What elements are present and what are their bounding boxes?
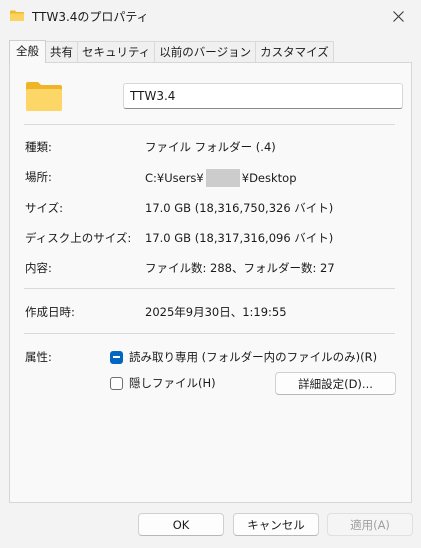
hidden-checkbox[interactable]: 隠しファイル(H)	[110, 375, 216, 391]
tab-security[interactable]: セキュリティ	[77, 41, 156, 62]
type-label: 種類:	[25, 140, 52, 154]
checkbox-empty-icon	[110, 376, 123, 390]
tab-general[interactable]: 全般	[9, 40, 46, 63]
size-label: サイズ:	[25, 201, 64, 215]
close-icon	[392, 10, 404, 22]
readonly-label: 読み取り専用 (フォルダー内のファイルのみ)(R)	[129, 350, 378, 364]
separator	[24, 124, 395, 125]
disk-size-value: 17.0 GB (18,317,316,096 バイト)	[145, 231, 334, 245]
tab-customize[interactable]: カスタマイズ	[255, 41, 334, 62]
location-value: C:¥Users¥ ¥Desktop	[145, 169, 297, 187]
window-title: TTW3.4のプロパティ	[32, 10, 149, 24]
tab-strip: 全般 共有 セキュリティ 以前のバージョン カスタマイズ	[9, 40, 334, 63]
apply-button[interactable]: 適用(A)	[327, 513, 413, 536]
readonly-checkbox[interactable]: 読み取り専用 (フォルダー内のファイルのみ)(R)	[110, 349, 377, 365]
tab-previous-versions[interactable]: 以前のバージョン	[154, 41, 257, 62]
created-value: 2025年9月30日、1:19:55	[145, 305, 287, 319]
location-suffix: ¥Desktop	[241, 171, 297, 185]
folder-large-icon	[26, 82, 62, 111]
created-label: 作成日時:	[25, 305, 75, 319]
general-panel: 種類: ファイル フォルダー (.4) 場所: C:¥Users¥ ¥Deskt…	[9, 62, 412, 503]
type-value: ファイル フォルダー (.4)	[145, 140, 276, 154]
tab-sharing[interactable]: 共有	[45, 41, 78, 62]
redacted-username	[205, 169, 240, 187]
separator	[24, 288, 395, 289]
attributes-label: 属性:	[25, 350, 52, 364]
advanced-button[interactable]: 詳細設定(D)...	[275, 372, 396, 395]
contents-label: 内容:	[25, 261, 52, 275]
title-bar: TTW3.4のプロパティ	[0, 0, 421, 32]
disk-size-label: ディスク上のサイズ:	[25, 231, 132, 245]
location-label: 場所:	[25, 170, 52, 184]
cancel-button[interactable]: キャンセル	[233, 513, 319, 536]
ok-button[interactable]: OK	[138, 513, 224, 536]
folder-icon	[10, 10, 24, 21]
contents-value: ファイル数: 288、フォルダー数: 27	[145, 261, 335, 275]
location-prefix: C:¥Users¥	[145, 171, 204, 185]
close-button[interactable]	[375, 0, 421, 32]
folder-name-input[interactable]	[123, 83, 403, 109]
checkbox-indeterminate-icon	[110, 350, 123, 364]
hidden-label: 隠しファイル(H)	[129, 376, 216, 390]
size-value: 17.0 GB (18,316,750,326 バイト)	[145, 201, 334, 215]
separator	[24, 333, 395, 334]
